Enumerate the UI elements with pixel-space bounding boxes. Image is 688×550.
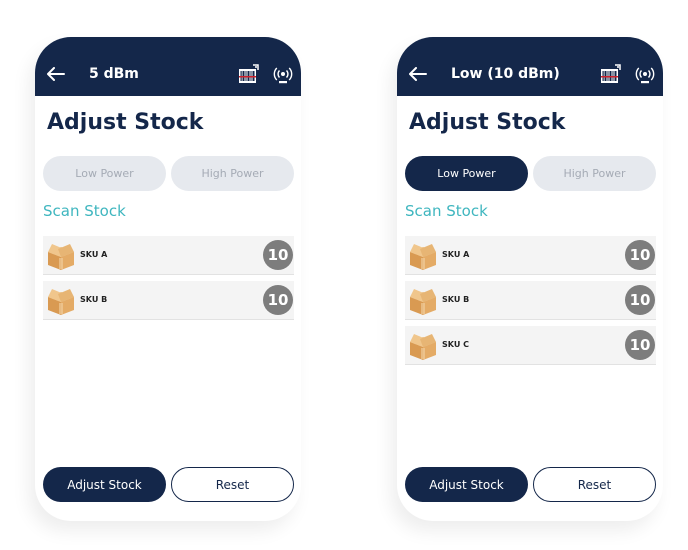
sku-label: SKU A	[442, 250, 470, 259]
high-power-toggle[interactable]: High Power	[533, 156, 656, 191]
app-bar: Low (10 dBm)	[397, 37, 663, 96]
arrow-left-icon[interactable]	[47, 67, 65, 81]
section-title: Scan Stock	[405, 202, 488, 220]
adjust-stock-button[interactable]: Adjust Stock	[43, 467, 166, 502]
rfid-icon[interactable]	[273, 66, 293, 84]
reset-button[interactable]: Reset	[171, 467, 294, 502]
phone-screen: 5 dBm Adjust Stock Low Power High Power …	[35, 37, 301, 521]
low-power-toggle[interactable]: Low Power	[43, 156, 166, 191]
list-item[interactable]: SKU B 10	[405, 281, 656, 320]
count-badge: 10	[625, 240, 655, 270]
app-bar-title: Low (10 dBm)	[451, 66, 560, 82]
sku-label: SKU A	[80, 250, 108, 259]
page-title: Adjust Stock	[409, 110, 566, 135]
barcode-scanner-icon[interactable]	[600, 64, 622, 85]
cardboard-box-icon	[410, 334, 436, 360]
cardboard-box-icon	[48, 289, 74, 315]
cardboard-box-icon	[48, 244, 74, 270]
sku-label: SKU C	[442, 340, 469, 349]
cardboard-box-icon	[410, 289, 436, 315]
sku-label: SKU B	[442, 295, 470, 304]
high-power-toggle[interactable]: High Power	[171, 156, 294, 191]
app-bar: 5 dBm	[35, 37, 301, 96]
list-item[interactable]: SKU C 10	[405, 326, 656, 365]
app-bar-title: 5 dBm	[89, 66, 139, 82]
barcode-scanner-icon[interactable]	[238, 64, 260, 85]
stock-list: SKU A 10 SKU B 10 SKU C 10	[405, 236, 656, 371]
rfid-icon[interactable]	[635, 66, 655, 84]
count-badge: 10	[263, 285, 293, 315]
cardboard-box-icon	[410, 244, 436, 270]
list-item[interactable]: SKU A 10	[405, 236, 656, 275]
list-item[interactable]: SKU B 10	[43, 281, 294, 320]
sku-label: SKU B	[80, 295, 108, 304]
page-title: Adjust Stock	[47, 110, 204, 135]
arrow-left-icon[interactable]	[409, 67, 427, 81]
adjust-stock-button[interactable]: Adjust Stock	[405, 467, 528, 502]
count-badge: 10	[625, 285, 655, 315]
count-badge: 10	[263, 240, 293, 270]
reset-button[interactable]: Reset	[533, 467, 656, 502]
list-item[interactable]: SKU A 10	[43, 236, 294, 275]
stock-list: SKU A 10 SKU B 10	[43, 236, 294, 326]
phone-screen: Low (10 dBm) Adjust Stock Low Power High…	[397, 37, 663, 521]
section-title: Scan Stock	[43, 202, 126, 220]
count-badge: 10	[625, 330, 655, 360]
low-power-toggle[interactable]: Low Power	[405, 156, 528, 191]
